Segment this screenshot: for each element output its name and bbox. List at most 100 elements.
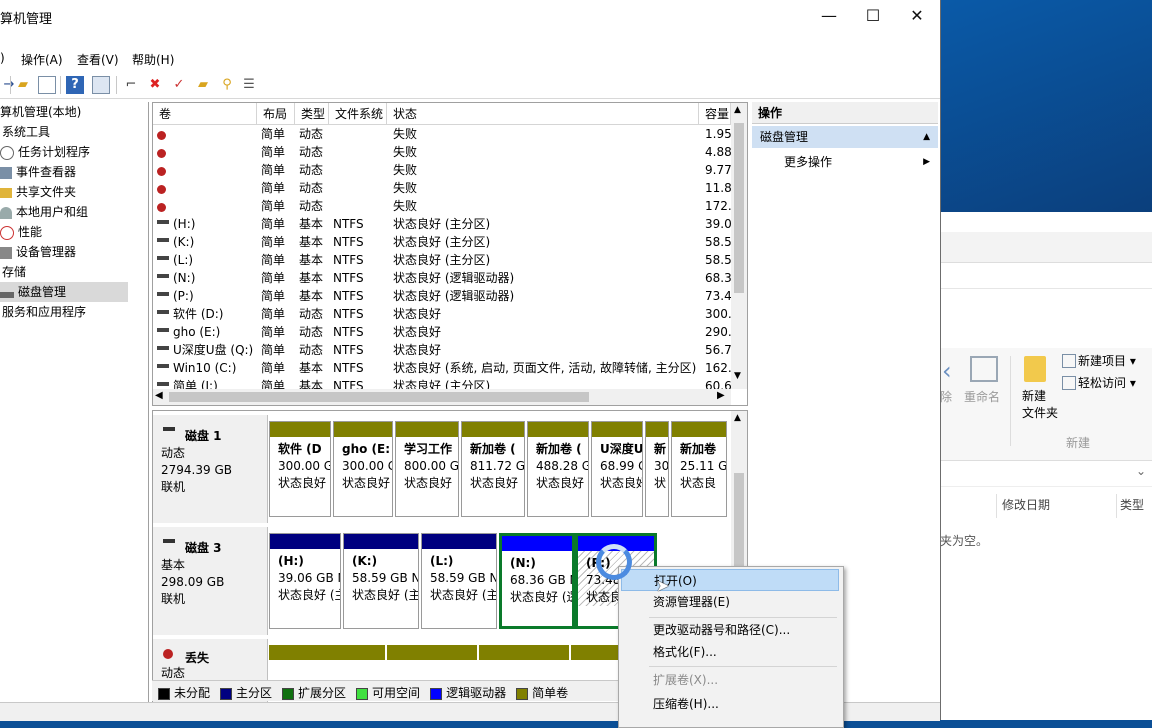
table-row[interactable]: (L:) 简单 基本 NTFS 状态良好 (主分区) 58.5 xyxy=(153,251,731,269)
ctx-shrink-volume[interactable]: 压缩卷(H)... xyxy=(621,693,839,715)
close-button[interactable]: ✕ xyxy=(894,0,940,32)
partition-block[interactable]: (N:) 68.36 GB N 状态良好 (逻 xyxy=(499,533,575,629)
horizontal-scrollbar[interactable]: ◀ ▶ xyxy=(153,389,731,405)
column-header-filesystem[interactable]: 文件系统 xyxy=(329,103,387,125)
connect-drive-icon[interactable]: ⌐ xyxy=(122,76,140,94)
table-row[interactable]: (N:) 简单 基本 NTFS 状态良好 (逻辑驱动器) 68.3 xyxy=(153,269,731,287)
menu-action[interactable]: 操作(A) xyxy=(21,51,63,68)
partition-block[interactable]: 软件 (D 300.00 G 状态良好 xyxy=(269,421,331,517)
delete-icon[interactable]: ✖ xyxy=(146,76,164,94)
actions-section-disk-management[interactable]: 磁盘管理 ▲ xyxy=(752,126,938,148)
partition-info: 软件 (D 300.00 G 状态良好 xyxy=(270,437,330,492)
disk-3-header[interactable]: 磁盘 3 基本 298.09 GB 联机 xyxy=(153,527,268,635)
missing-volume-bar[interactable] xyxy=(269,645,385,660)
up-folder-icon[interactable]: ▰ xyxy=(14,76,32,94)
disk-1-header[interactable]: 磁盘 1 动态 2794.39 GB 联机 xyxy=(153,415,268,523)
table-row[interactable]: 简单 动态 失败 172. xyxy=(153,197,731,215)
new-item-button[interactable]: 新建项目 ▾ xyxy=(1078,352,1136,369)
tree-item-shared-folders[interactable]: 共享文件夹 xyxy=(0,182,76,202)
easy-access-button[interactable]: 轻松访问 ▾ xyxy=(1078,374,1136,391)
table-row[interactable]: 简单 动态 失败 9.77 xyxy=(153,161,731,179)
missing-volume-bar[interactable] xyxy=(479,645,569,660)
table-row[interactable]: 简单 动态 失败 11.8 xyxy=(153,179,731,197)
missing-volume-bar[interactable] xyxy=(387,645,477,660)
tree-item-system-tools[interactable]: 系统工具 xyxy=(2,122,50,142)
partition-block[interactable]: 新加卷 25.11 G 状态良 xyxy=(671,421,727,517)
vertical-scrollbar[interactable]: ▲ ▼ xyxy=(731,103,747,389)
ctx-explorer[interactable]: 资源管理器(E) xyxy=(621,591,839,613)
menu-view[interactable]: 查看(V) xyxy=(77,51,119,68)
tree-item-event-viewer[interactable]: 事件查看器 xyxy=(0,162,76,182)
ctx-change-drive-letter[interactable]: 更改驱动器号和路径(C)... xyxy=(621,619,839,641)
column-type[interactable]: 类型 xyxy=(1120,496,1144,513)
search-folder-icon[interactable]: ⚲ xyxy=(218,76,236,94)
column-header-capacity[interactable]: 容量 xyxy=(699,103,731,125)
partition-size: 39.06 GB N xyxy=(278,571,340,585)
rename-icon[interactable] xyxy=(970,356,998,382)
table-row[interactable]: gho (E:) 简单 动态 NTFS 状态良好 290. xyxy=(153,323,731,341)
table-row[interactable]: (H:) 简单 基本 NTFS 状态良好 (主分区) 39.0 xyxy=(153,215,731,233)
move-to-icon[interactable]: ‹ xyxy=(942,358,956,384)
tree-item-device-manager[interactable]: 设备管理器 xyxy=(0,242,76,262)
tree-item-storage[interactable]: 存储 xyxy=(2,262,26,282)
easy-access-icon xyxy=(1062,376,1076,390)
column-header-volume[interactable]: 卷 xyxy=(153,103,257,125)
partition-block[interactable]: 新 30 状 xyxy=(645,421,669,517)
table-row[interactable]: (K:) 简单 基本 NTFS 状态良好 (主分区) 58.5 xyxy=(153,233,731,251)
task-list-icon[interactable]: ☰ xyxy=(240,76,258,94)
minimize-button[interactable]: — xyxy=(806,0,852,32)
maximize-button[interactable]: ☐ xyxy=(850,0,896,32)
partition-block[interactable]: 学习工作 800.00 G 状态良好 xyxy=(395,421,459,517)
column-header-type[interactable]: 类型 xyxy=(295,103,329,125)
partition-block[interactable]: 新加卷 (811.72 G 状态良好 xyxy=(461,421,525,517)
menu-help[interactable]: 帮助(H) xyxy=(132,51,174,68)
new-folder-label[interactable]: 新建 文件夹 xyxy=(1022,388,1062,422)
tree-item-local-users[interactable]: 本地用户和组 xyxy=(0,202,88,222)
ctx-extend-volume[interactable]: 扩展卷(X)... xyxy=(621,669,839,691)
table-row[interactable]: 简单 动态 失败 1.95 xyxy=(153,125,731,143)
collapse-icon[interactable]: ▲ xyxy=(923,126,930,148)
table-cell-cap: 58.5 xyxy=(705,253,731,267)
help-icon[interactable]: ? xyxy=(66,76,84,94)
ctx-format[interactable]: 格式化(F)... xyxy=(621,641,839,663)
scroll-up-icon[interactable]: ▲ xyxy=(734,413,741,423)
table-cell-type: 基本 xyxy=(299,235,324,249)
scrollbar-thumb[interactable] xyxy=(734,123,744,293)
scroll-up-icon[interactable]: ▲ xyxy=(734,105,741,115)
table-cell-fs: NTFS xyxy=(333,361,364,375)
tree-item-computer-management[interactable]: 算机管理(本地) xyxy=(0,102,81,122)
partition-block[interactable]: gho (E: 300.00 G 状态良好 xyxy=(333,421,393,517)
tree-item-performance[interactable]: 性能 xyxy=(0,222,42,242)
properties-view-icon[interactable] xyxy=(92,76,110,94)
table-row[interactable]: Win10 (C:) 简单 基本 NTFS 状态良好 (系统, 启动, 页面文件, 活动… xyxy=(153,359,731,377)
partition-block[interactable]: (H:) 39.06 GB N 状态良好 (主 xyxy=(269,533,341,629)
partition-block[interactable]: U深度U 68.99 G 状态良好 xyxy=(591,421,643,517)
column-modified-date[interactable]: 修改日期 xyxy=(1002,496,1050,513)
show-hide-tree-icon[interactable] xyxy=(38,76,56,94)
hscrollbar-thumb[interactable] xyxy=(169,392,589,402)
tree-item-disk-management[interactable]: 磁盘管理 xyxy=(0,282,128,302)
partition-block[interactable]: (K:) 58.59 GB N 状态良好 (主 xyxy=(343,533,419,629)
new-folder-icon[interactable] xyxy=(1024,356,1046,382)
table-cell-layout: 简单 xyxy=(261,361,286,375)
table-row[interactable]: 简单 动态 失败 4.88 xyxy=(153,143,731,161)
tree-item-task-scheduler[interactable]: 任务计划程序 xyxy=(0,142,90,162)
partition-block[interactable]: (L:) 58.59 GB N 状态良好 (主 xyxy=(421,533,497,629)
scroll-down-icon[interactable]: ▼ xyxy=(734,371,741,381)
tree-item-services-apps[interactable]: 服务和应用程序 xyxy=(2,302,86,322)
more-actions-item[interactable]: 更多操作 ▶ xyxy=(752,152,938,172)
scroll-right-icon[interactable]: ▶ xyxy=(717,390,725,401)
table-row[interactable]: 软件 (D:) 简单 动态 NTFS 状态良好 300. xyxy=(153,305,731,323)
table-row[interactable]: U深度U盘 (Q:) 简单 动态 NTFS 状态良好 56.7 xyxy=(153,341,731,359)
partition-block[interactable]: 新加卷 (488.28 G 状态良好 xyxy=(527,421,589,517)
open-folder-icon[interactable]: ▰ xyxy=(194,76,212,94)
table-row[interactable]: (P:) 简单 基本 NTFS 状态良好 (逻辑驱动器) 73.4 xyxy=(153,287,731,305)
chevron-down-icon[interactable]: ⌄ xyxy=(1136,464,1146,478)
column-header-status[interactable]: 状态 xyxy=(387,103,699,125)
scroll-left-icon[interactable]: ◀ xyxy=(155,390,163,401)
menu-file-partial[interactable]: ) xyxy=(0,51,5,65)
ctx-open[interactable]: 打开(O) xyxy=(621,569,839,591)
column-header-layout[interactable]: 布局 xyxy=(257,103,295,125)
check-icon[interactable]: ✓ xyxy=(170,76,188,94)
table-row[interactable]: 简单 (I:) 简单 基本 NTFS 状态良好 (主分区) 60.6 xyxy=(153,377,731,389)
